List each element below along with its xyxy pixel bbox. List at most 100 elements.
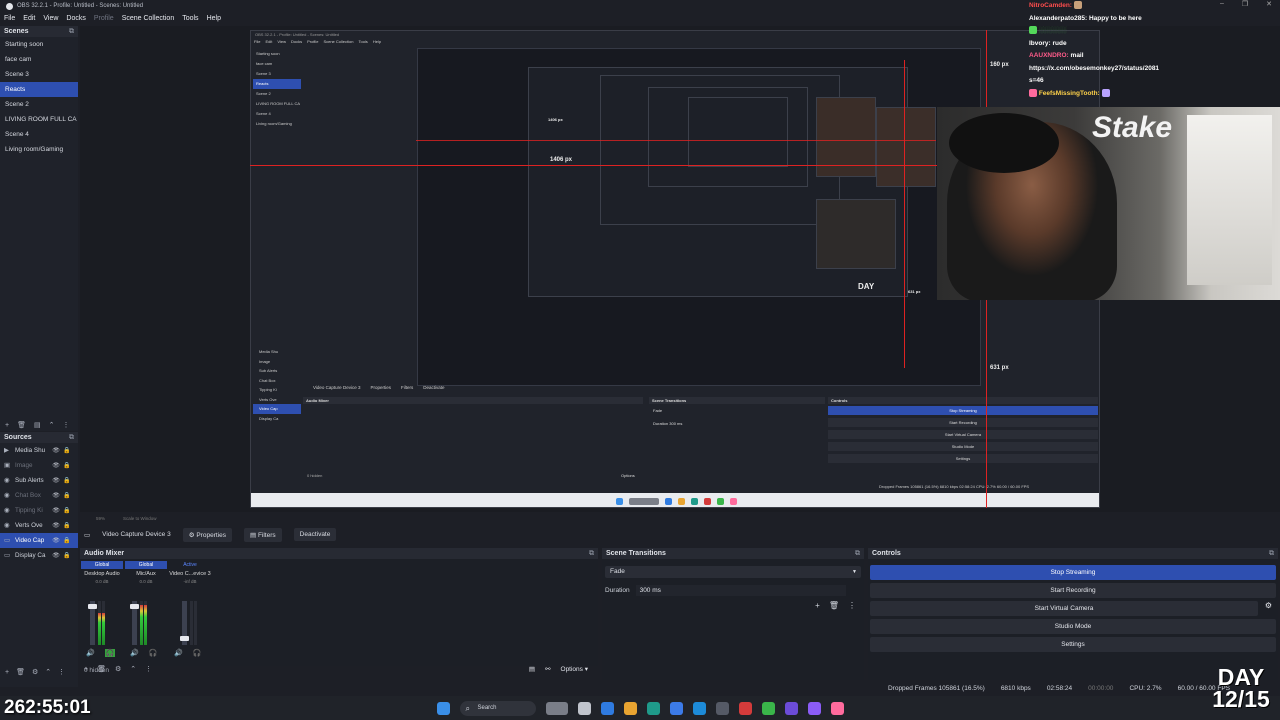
lock-icon[interactable]: 🔒 <box>63 522 71 529</box>
lock-icon[interactable]: 🔒 <box>63 492 71 499</box>
dock-float-icon[interactable]: ⧉ <box>69 434 74 442</box>
headphone-icon[interactable]: 🎧 <box>149 649 158 657</box>
more-options-icon[interactable]: ⋮ <box>145 665 152 673</box>
obs-icon[interactable] <box>715 701 729 715</box>
taskbar-search[interactable]: Search <box>459 700 536 716</box>
start-virtual-camera-button[interactable]: Start Virtual Camera <box>870 601 1258 616</box>
move-up-icon[interactable]: ⌃ <box>130 665 136 673</box>
channel-name[interactable]: Desktop Audio <box>80 569 124 579</box>
visibility-eye-icon[interactable]: 👁 <box>52 492 60 499</box>
source-item[interactable]: ▭ Video Cap 👁 🔒 <box>0 533 78 548</box>
menu-edit[interactable]: Edit <box>23 15 35 22</box>
discord-icon[interactable] <box>807 701 821 715</box>
source-item[interactable]: ◉ Verts Ove 👁 🔒 <box>0 518 78 533</box>
app-icon[interactable] <box>600 701 614 715</box>
dock-float-icon[interactable]: ⧉ <box>1269 550 1274 558</box>
delete-icon[interactable]: 🗑 <box>97 665 106 673</box>
scene-item-scene-3[interactable]: Scene 3 <box>0 67 78 82</box>
scale-to-window[interactable]: Scale to Window <box>123 516 157 521</box>
speaker-icon[interactable]: 🔊 <box>86 649 95 657</box>
move-up-icon[interactable]: ⌃ <box>49 421 55 429</box>
gear-icon[interactable]: ⚙ <box>115 665 121 673</box>
more-options-icon[interactable]: ⋮ <box>62 421 69 429</box>
speaker-icon[interactable]: 🔊 <box>130 649 139 657</box>
minimize-icon[interactable]: – <box>1220 0 1224 8</box>
virtual-camera-settings-icon[interactable]: ⚙ <box>1265 601 1272 610</box>
lock-icon[interactable]: 🔒 <box>63 537 71 544</box>
add-scene-icon[interactable]: + <box>5 422 9 429</box>
source-item[interactable]: ▣ Image 👁 🔒 <box>0 458 78 473</box>
dock-float-icon[interactable]: ⧉ <box>69 28 74 36</box>
scene-item-scene-4[interactable]: Scene 4 <box>0 127 78 142</box>
app-icon[interactable] <box>692 701 706 715</box>
source-settings-icon[interactable]: ⚙ <box>32 668 38 676</box>
menu-docks[interactable]: Docks <box>66 15 85 22</box>
fader-knob[interactable] <box>180 636 189 641</box>
menu-view[interactable]: View <box>43 15 58 22</box>
lock-icon[interactable]: 🔒 <box>63 462 71 469</box>
properties-button[interactable]: ⚙ Properties <box>182 527 232 542</box>
visibility-eye-icon[interactable]: 👁 <box>52 522 60 529</box>
lock-icon[interactable]: 🔒 <box>63 507 71 514</box>
add-transition-icon[interactable]: + <box>815 601 820 610</box>
lock-icon[interactable]: 🔒 <box>63 552 71 559</box>
scene-item-face-cam[interactable]: face cam <box>0 52 78 67</box>
move-up-icon[interactable]: ⌃ <box>45 668 51 676</box>
link-icon[interactable]: ⚯ <box>545 665 550 673</box>
volume-fader[interactable] <box>88 601 97 645</box>
remove-source-icon[interactable]: 🗑 <box>16 668 25 676</box>
lock-icon[interactable]: 🔒 <box>63 447 71 454</box>
settings-button[interactable]: Settings <box>870 637 1276 652</box>
add-source-icon[interactable]: + <box>5 669 9 676</box>
menu-profile[interactable]: Profile <box>94 15 114 22</box>
visibility-eye-icon[interactable]: 👁 <box>52 552 60 559</box>
volume-fader[interactable] <box>180 601 189 645</box>
more-options-icon[interactable]: ⋮ <box>848 601 856 610</box>
app-icon[interactable] <box>784 701 798 715</box>
visibility-eye-icon[interactable]: 👁 <box>52 507 60 514</box>
maximize-icon[interactable]: ❐ <box>1242 0 1248 8</box>
fader-knob[interactable] <box>88 604 97 609</box>
source-item[interactable]: ▭ Display Ca 👁 🔒 <box>0 548 78 563</box>
menu-scene-collection[interactable]: Scene Collection <box>122 15 175 22</box>
folder-icon[interactable] <box>623 701 637 715</box>
deactivate-button[interactable]: Deactivate <box>293 528 337 541</box>
store-icon[interactable] <box>669 701 683 715</box>
spotify-icon[interactable] <box>761 701 775 715</box>
visibility-eye-icon[interactable]: 👁 <box>52 537 60 544</box>
scene-filters-icon[interactable]: ▤ <box>34 421 41 429</box>
volume-fader[interactable] <box>130 601 139 645</box>
scene-item-reacts[interactable]: Reacts <box>0 82 78 97</box>
more-options-icon[interactable]: ⋮ <box>58 668 65 676</box>
source-item[interactable]: ◉ Tipping Ki 👁 🔒 <box>0 503 78 518</box>
file-explorer-icon[interactable] <box>577 701 591 715</box>
start-recording-button[interactable]: Start Recording <box>870 583 1276 598</box>
transition-select[interactable]: Fade ▼ <box>605 566 861 578</box>
duration-input[interactable]: 300 ms <box>635 585 846 596</box>
scene-item-living-room-full[interactable]: LIVING ROOM FULL CA <box>0 112 78 127</box>
edge-icon[interactable] <box>646 701 660 715</box>
lock-icon[interactable]: 🔒 <box>63 477 71 484</box>
source-item[interactable]: ▶ Media Shu 👁 🔒 <box>0 443 78 458</box>
channel-name[interactable]: Mic/Aux <box>124 569 168 579</box>
dock-float-icon[interactable]: ⧉ <box>855 550 860 558</box>
options-button[interactable]: Options ▾ <box>561 665 588 673</box>
source-item[interactable]: ◉ Sub Alerts 👁 🔒 <box>0 473 78 488</box>
app-icon[interactable] <box>830 701 844 715</box>
chrome-icon[interactable] <box>738 701 752 715</box>
speaker-icon[interactable]: 🔊 <box>174 649 183 657</box>
stop-streaming-button[interactable]: Stop Streaming <box>870 565 1276 580</box>
layout-icon[interactable]: ▤ <box>529 665 535 673</box>
zoom-level[interactable]: 59% <box>96 516 105 521</box>
filters-button[interactable]: ▤ Filters <box>243 527 282 542</box>
studio-mode-button[interactable]: Studio Mode <box>870 619 1276 634</box>
windows-start-icon[interactable] <box>436 701 450 715</box>
visibility-eye-icon[interactable]: 👁 <box>52 477 60 484</box>
channel-name[interactable]: Video C...evice 3 <box>168 569 212 579</box>
fader-knob[interactable] <box>130 604 139 609</box>
visibility-eye-icon[interactable]: 👁 <box>52 447 60 454</box>
menu-tools[interactable]: Tools <box>182 15 198 22</box>
scene-item-scene-2[interactable]: Scene 2 <box>0 97 78 112</box>
visibility-eye-icon[interactable]: 👁 <box>52 462 60 469</box>
scene-item-living-room-gaming[interactable]: Living room/Gaming <box>0 142 78 157</box>
